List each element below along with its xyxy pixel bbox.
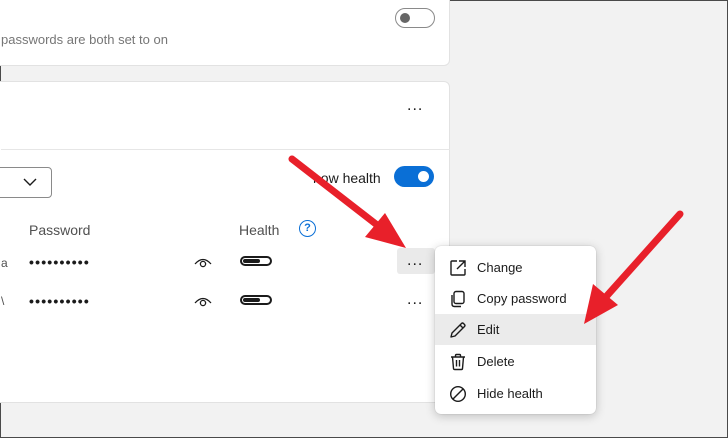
- annotation-arrows: [288, 155, 684, 324]
- annotation-arrow-icon: [584, 210, 684, 324]
- annotation-arrow-icon: [288, 155, 406, 248]
